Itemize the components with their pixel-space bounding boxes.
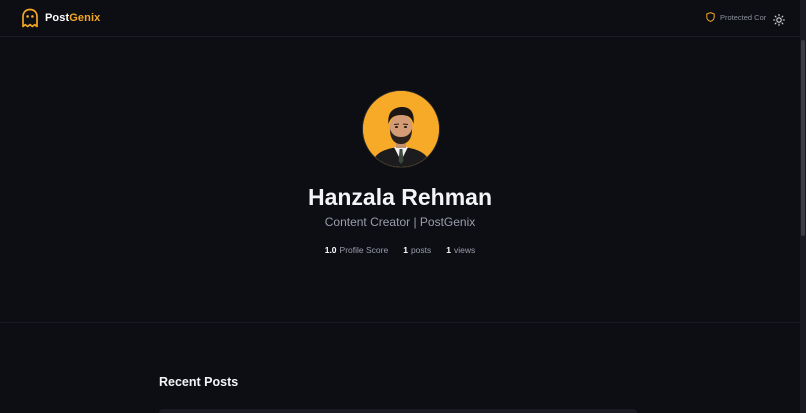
stat-value: 1 xyxy=(403,245,408,255)
sun-icon xyxy=(773,14,785,26)
brand-logo[interactable]: PostGenix xyxy=(21,8,100,28)
stat-label: Profile Score xyxy=(339,245,389,255)
protected-content-badge: Protected Cor xyxy=(706,12,768,22)
protected-label: Protected Cor xyxy=(720,12,767,22)
stat-views: 1 views xyxy=(446,245,475,255)
shield-icon xyxy=(706,12,715,22)
post-card[interactable] xyxy=(159,409,637,413)
brand-name-part1: Post xyxy=(45,12,70,24)
stat-profile-score: 1.0 Profile Score xyxy=(325,245,389,255)
profile-name: Hanzala Rehman xyxy=(307,184,493,210)
avatar-photo xyxy=(363,91,439,167)
theme-toggle-button[interactable] xyxy=(773,13,785,26)
stat-value: 1 xyxy=(446,245,452,255)
stat-posts: 1 posts xyxy=(403,245,431,255)
scrollbar-thumb[interactable] xyxy=(801,40,805,236)
ghost-logo-icon xyxy=(22,8,38,28)
brand-name-part2: Genix xyxy=(69,12,101,24)
top-navbar: PostGenix Protected Cor xyxy=(0,0,800,37)
profile-tagline: Content Creator | PostGenix xyxy=(324,215,476,229)
recent-posts-heading: Recent Posts xyxy=(159,375,239,389)
avatar xyxy=(363,91,439,167)
profile-hero: Hanzala Rehman Content Creator | PostGen… xyxy=(0,38,800,323)
stat-label: views xyxy=(454,245,476,255)
brand-name: PostGenix xyxy=(45,12,100,24)
profile-stats: 1.0 Profile Score 1 posts 1 views xyxy=(0,245,800,255)
stat-value: 1.0 xyxy=(324,245,337,255)
stat-label: posts xyxy=(410,245,432,255)
